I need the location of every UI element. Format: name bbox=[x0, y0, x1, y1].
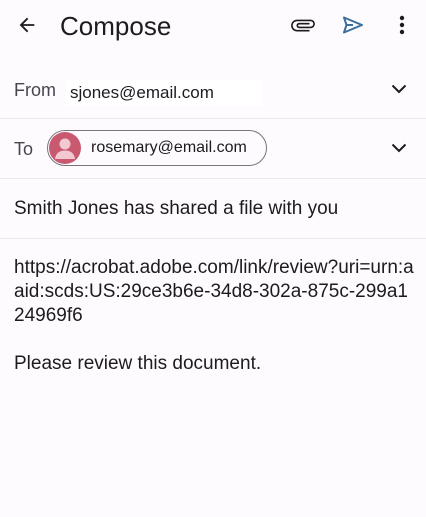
body-link-text: https://acrobat.adobe.com/link/review?ur… bbox=[14, 257, 414, 326]
message-body[interactable]: https://acrobat.adobe.com/link/review?ur… bbox=[14, 256, 414, 376]
send-icon bbox=[343, 16, 363, 34]
back-button[interactable] bbox=[12, 10, 42, 40]
person-icon bbox=[55, 138, 75, 159]
from-label: From bbox=[14, 80, 56, 100]
subject-row[interactable]: Smith Jones has shared a file with you bbox=[0, 178, 426, 239]
attach-button[interactable] bbox=[288, 10, 318, 40]
to-row: To rosemary@email.com bbox=[0, 118, 426, 179]
subject-field[interactable]: Smith Jones has shared a file with you bbox=[14, 198, 338, 220]
to-label: To bbox=[14, 139, 34, 159]
send-button[interactable] bbox=[336, 10, 370, 40]
from-expand-button[interactable] bbox=[390, 80, 408, 98]
page-title: Compose bbox=[60, 11, 172, 41]
chevron-down-icon bbox=[391, 84, 407, 94]
arrow-back-icon bbox=[19, 17, 35, 33]
recipient-chip[interactable]: rosemary@email.com bbox=[47, 130, 267, 166]
to-expand-button[interactable] bbox=[390, 139, 408, 157]
from-row: From sjones@email.com bbox=[0, 62, 426, 119]
from-account-value[interactable]: sjones@email.com bbox=[66, 80, 262, 106]
more-vert-icon bbox=[399, 15, 405, 35]
paperclip-icon bbox=[291, 19, 315, 32]
chevron-down-icon bbox=[391, 143, 407, 153]
body-message-text: Please review this document. bbox=[14, 353, 262, 374]
recipient-email: rosemary@email.com bbox=[91, 139, 247, 156]
more-options-button[interactable] bbox=[390, 10, 414, 40]
avatar bbox=[49, 132, 81, 164]
top-app-bar: Compose bbox=[0, 0, 426, 52]
